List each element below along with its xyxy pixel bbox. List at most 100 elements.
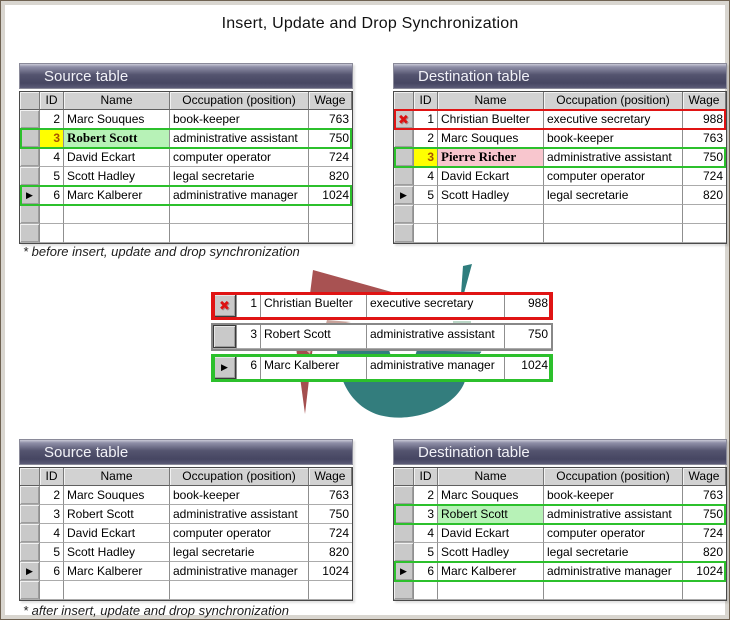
cell-occupation: administrative manager bbox=[170, 562, 309, 581]
cell-wage: 763 bbox=[309, 110, 352, 129]
cell-name bbox=[438, 224, 544, 243]
cell-wage: 820 bbox=[309, 543, 352, 562]
table-row: 2 Marc Souques book-keeper 763 bbox=[394, 486, 726, 505]
cell-id: 5 bbox=[40, 167, 64, 186]
data-grid: ID Name Occupation (position) Wage 2 Mar… bbox=[393, 467, 727, 601]
cell-id bbox=[414, 224, 438, 243]
row-selector: ✖ bbox=[213, 294, 237, 318]
cell-name: Marc Souques bbox=[64, 110, 170, 129]
cell-id: 6 bbox=[40, 562, 64, 581]
cell-occupation bbox=[544, 224, 683, 243]
cell-occupation: legal secretarie bbox=[170, 543, 309, 562]
source-table-before: Source table ID Name Occupation (positio… bbox=[19, 63, 353, 244]
cell-occupation: book-keeper bbox=[170, 486, 309, 505]
row-selector bbox=[213, 325, 237, 349]
cell-id: 2 bbox=[414, 486, 438, 505]
cell-wage: 1024 bbox=[309, 186, 352, 205]
cell-id: 3 bbox=[40, 129, 64, 148]
row-selector bbox=[20, 543, 40, 562]
table-row: 3 Robert Scott administrative assistant … bbox=[394, 504, 726, 525]
col-header-occupation: Occupation (position) bbox=[544, 468, 683, 486]
cell-wage: 724 bbox=[309, 524, 352, 543]
cell-id: 5 bbox=[414, 186, 438, 205]
row-selector bbox=[394, 205, 414, 224]
cell-occupation: computer operator bbox=[544, 524, 683, 543]
cell-id: 1 bbox=[237, 294, 261, 318]
cell-id: 5 bbox=[414, 543, 438, 562]
row-selector bbox=[394, 543, 414, 562]
cell-name: David Eckart bbox=[438, 524, 544, 543]
cell-occupation: administrative assistant bbox=[544, 505, 683, 524]
figure-content: Insert, Update and Drop Synchronization … bbox=[10, 10, 730, 620]
cell-name: Marc Souques bbox=[64, 486, 170, 505]
row-selector bbox=[394, 148, 414, 167]
cell-name: David Eckart bbox=[64, 524, 170, 543]
table-row: 3 Robert Scott administrative assistant … bbox=[20, 128, 352, 149]
selector-header bbox=[394, 92, 414, 110]
cell-occupation bbox=[170, 205, 309, 224]
cell-occupation: book-keeper bbox=[544, 129, 683, 148]
col-header-occupation: Occupation (position) bbox=[544, 92, 683, 110]
cell-name: Marc Kalberer bbox=[438, 562, 544, 581]
selector-header bbox=[394, 468, 414, 486]
delete-icon: ✖ bbox=[398, 111, 409, 127]
cell-occupation: administrative assistant bbox=[170, 505, 309, 524]
cell-occupation: administrative manager bbox=[544, 562, 683, 581]
cell-wage: 724 bbox=[309, 148, 352, 167]
col-header-name: Name bbox=[64, 468, 170, 486]
table-row: 5 Scott Hadley legal secretarie 820 bbox=[20, 167, 352, 186]
arrow-icon: ▶ bbox=[26, 189, 33, 200]
cell-name: Scott Hadley bbox=[438, 186, 544, 205]
table-row bbox=[20, 205, 352, 224]
cell-name: Marc Kalberer bbox=[64, 186, 170, 205]
cell-wage: 988 bbox=[505, 294, 551, 318]
cell-occupation: computer operator bbox=[544, 167, 683, 186]
cell-occupation: executive secretary bbox=[544, 110, 683, 129]
cell-name: Christian Buelter bbox=[261, 294, 367, 318]
cell-name bbox=[64, 205, 170, 224]
cell-id bbox=[40, 205, 64, 224]
row-selector: ▶ bbox=[394, 562, 414, 581]
cell-occupation bbox=[544, 205, 683, 224]
cell-name bbox=[438, 205, 544, 224]
row-selector bbox=[20, 581, 40, 600]
cell-id: 1 bbox=[414, 110, 438, 129]
cell-occupation: administrative assistant bbox=[544, 148, 683, 167]
cell-occupation bbox=[170, 224, 309, 243]
table-row bbox=[20, 581, 352, 600]
col-header-wage: Wage bbox=[309, 92, 352, 110]
cell-wage: 988 bbox=[683, 110, 726, 129]
table-row: 3 Robert Scott administrative assistant … bbox=[211, 323, 553, 351]
cell-name: Pierre Richer bbox=[438, 148, 544, 167]
cell-id: 4 bbox=[414, 524, 438, 543]
figure-background: Insert, Update and Drop Synchronization … bbox=[1, 1, 729, 619]
row-selector bbox=[20, 524, 40, 543]
column-header-row: ID Name Occupation (position) Wage bbox=[20, 92, 352, 110]
col-header-wage: Wage bbox=[309, 468, 352, 486]
cell-occupation bbox=[544, 581, 683, 600]
row-selector bbox=[394, 524, 414, 543]
cell-name: Christian Buelter bbox=[438, 110, 544, 129]
table-title: Source table bbox=[19, 63, 353, 89]
table-row bbox=[20, 224, 352, 243]
table-row: 2 Marc Souques book-keeper 763 bbox=[20, 486, 352, 505]
cell-occupation bbox=[170, 581, 309, 600]
cell-name: David Eckart bbox=[64, 148, 170, 167]
row-selector bbox=[20, 224, 40, 243]
cell-occupation: administrative manager bbox=[367, 356, 505, 380]
cell-id: 4 bbox=[414, 167, 438, 186]
table-title: Destination table bbox=[393, 63, 727, 89]
cell-id: 6 bbox=[40, 186, 64, 205]
table-row bbox=[394, 581, 726, 600]
col-header-id: ID bbox=[40, 92, 64, 110]
table-row: ▶ 6 Marc Kalberer administrative manager… bbox=[20, 185, 352, 206]
col-header-wage: Wage bbox=[683, 468, 726, 486]
row-selector bbox=[394, 505, 414, 524]
cell-wage: 763 bbox=[309, 486, 352, 505]
table-row bbox=[394, 205, 726, 224]
cell-occupation: administrative assistant bbox=[170, 129, 309, 148]
cell-wage: 750 bbox=[505, 325, 551, 349]
cell-id bbox=[40, 224, 64, 243]
row-selector bbox=[394, 129, 414, 148]
row-selector bbox=[20, 110, 40, 129]
